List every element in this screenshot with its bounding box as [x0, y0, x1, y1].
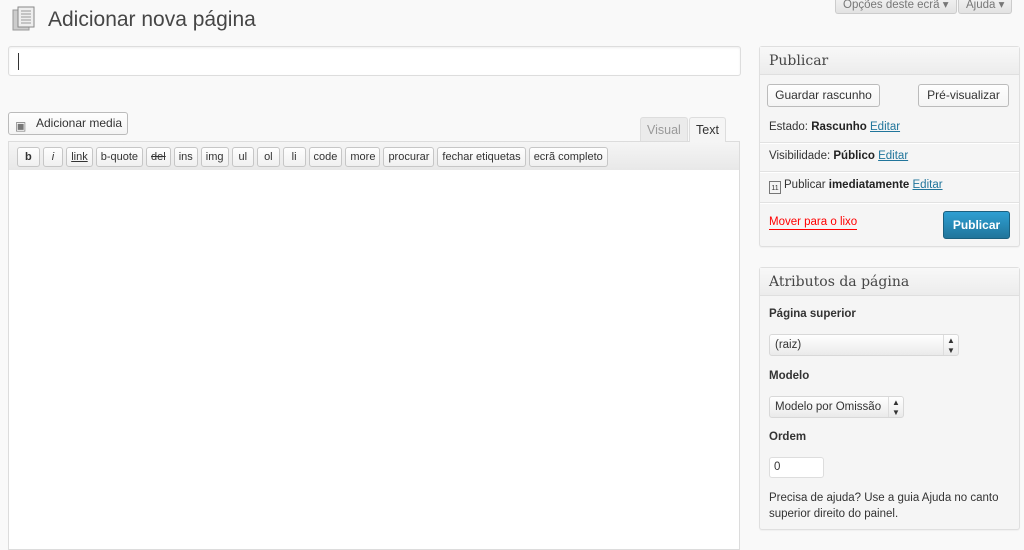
edit-visibility-link[interactable]: Editar — [878, 150, 908, 162]
publish-box-title: Publicar — [760, 47, 1019, 75]
add-media-label: Adicionar media — [36, 116, 123, 130]
edit-status-link[interactable]: Editar — [870, 121, 900, 133]
qt-more[interactable]: more — [345, 147, 381, 167]
select-arrows-icon: ▲ ▼ — [888, 397, 903, 417]
attributes-box-title: Atributos da página — [760, 268, 1019, 296]
qt-li[interactable]: li — [282, 147, 306, 167]
qt-italic[interactable]: i — [42, 147, 64, 167]
order-input[interactable]: 0 — [769, 457, 824, 478]
qt-bold[interactable]: b — [17, 147, 40, 167]
qt-ol[interactable]: ol — [257, 147, 280, 167]
edit-schedule-link[interactable]: Editar — [913, 179, 943, 191]
page-title: Adicionar nova página — [48, 8, 256, 31]
template-select[interactable]: Modelo por Omissão ▲ ▼ — [769, 396, 904, 418]
qt-code[interactable]: code — [308, 147, 343, 167]
qt-fullscreen[interactable]: ecrã completo — [528, 147, 608, 167]
qt-del[interactable]: del — [146, 147, 171, 167]
calendar-icon: 11 — [769, 181, 781, 194]
title-input[interactable] — [8, 46, 741, 76]
select-arrows-icon: ▲ ▼ — [943, 335, 958, 355]
qt-ins[interactable]: ins — [173, 147, 198, 167]
trash-link[interactable]: Mover para o lixo — [769, 216, 858, 230]
parent-select[interactable]: (raiz) ▲ ▼ — [769, 334, 959, 356]
pages-icon — [12, 6, 35, 31]
qt-close-tags[interactable]: fechar etiquetas — [437, 147, 526, 167]
help-button[interactable]: Ajuda ▾ — [958, 0, 1013, 14]
publish-button[interactable]: Publicar — [943, 211, 1010, 239]
help-text: Precisa de ajuda? Use a guia Ajuda no ca… — [769, 492, 999, 520]
quicktags-toolbar: b i link b-quote del ins img ul ol li co… — [8, 141, 740, 171]
qt-search[interactable]: procurar — [383, 147, 435, 167]
order-label: Ordem — [769, 431, 807, 443]
schedule-row: 11 Publicar imediatamente Editar — [769, 179, 943, 194]
parent-label: Página superior — [769, 308, 856, 320]
preview-button[interactable]: Pré-visualizar — [918, 84, 1009, 107]
media-icon: ▣ — [15, 119, 27, 133]
template-label: Modelo — [769, 370, 810, 382]
qt-img[interactable]: img — [200, 147, 229, 167]
qt-ul[interactable]: ul — [231, 147, 255, 167]
editor-textarea[interactable] — [8, 170, 740, 550]
page-attributes-box: Atributos da página Página superior (rai… — [759, 267, 1020, 530]
tab-text[interactable]: Text — [689, 117, 726, 142]
tab-visual[interactable]: Visual — [640, 117, 688, 142]
qt-link[interactable]: link — [66, 147, 93, 167]
qt-blockquote[interactable]: b-quote — [95, 147, 144, 167]
screen-options-button[interactable]: Opções deste ecrã ▾ — [835, 0, 957, 14]
publish-box: Publicar Guardar rascunho Pré-visualizar… — [759, 46, 1020, 247]
save-draft-button[interactable]: Guardar rascunho — [767, 84, 880, 107]
visibility-row: Visibilidade: Público Editar — [769, 150, 909, 162]
status-row: Estado: Rascunho Editar — [769, 121, 901, 133]
add-media-button[interactable]: ▣ Adicionar media — [8, 112, 128, 135]
